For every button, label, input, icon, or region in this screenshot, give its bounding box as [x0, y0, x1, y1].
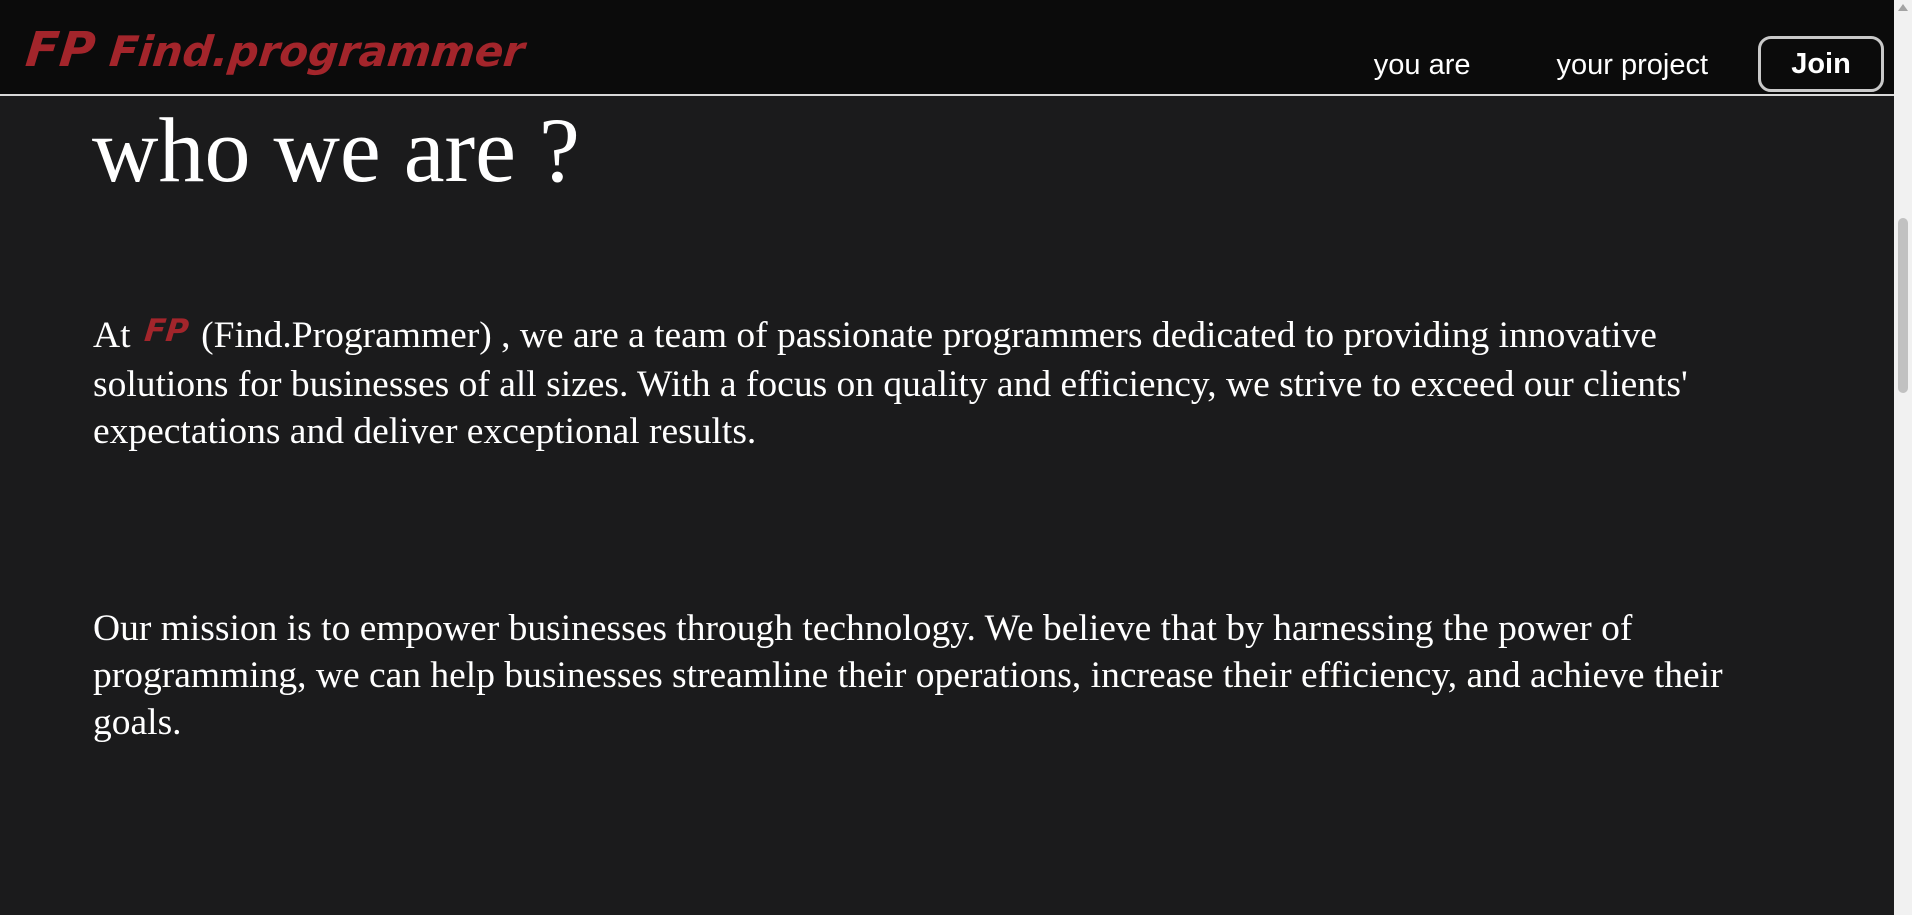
- page-title: who we are ?: [92, 99, 580, 201]
- about-intro: At: [93, 315, 131, 356]
- logo-mark: FP: [23, 22, 99, 78]
- page: FP Find.programmer you are your project …: [0, 0, 1912, 915]
- site-header: FP Find.programmer you are your project …: [0, 0, 1894, 96]
- nav-link-your-project[interactable]: your project: [1556, 49, 1708, 82]
- vertical-scrollbar[interactable]: [1894, 0, 1912, 915]
- join-button[interactable]: Join: [1758, 36, 1884, 92]
- site-logo[interactable]: FP Find.programmer: [23, 22, 527, 78]
- mission-paragraph: Our mission is to empower businesses thr…: [93, 608, 1723, 743]
- logo-name: Find.programmer: [107, 27, 527, 76]
- about-paragraph: At FP (Find.Programmer) , we are a team …: [93, 312, 1773, 455]
- inline-fp-logo: FP: [142, 313, 191, 349]
- main-nav: you are your project Join: [1374, 36, 1884, 92]
- scroll-up-icon[interactable]: [1898, 4, 1908, 11]
- nav-link-you-are[interactable]: you are: [1374, 49, 1471, 82]
- scrollbar-thumb[interactable]: [1898, 218, 1908, 393]
- about-body: (Find.Programmer) , we are a team of pas…: [93, 315, 1688, 452]
